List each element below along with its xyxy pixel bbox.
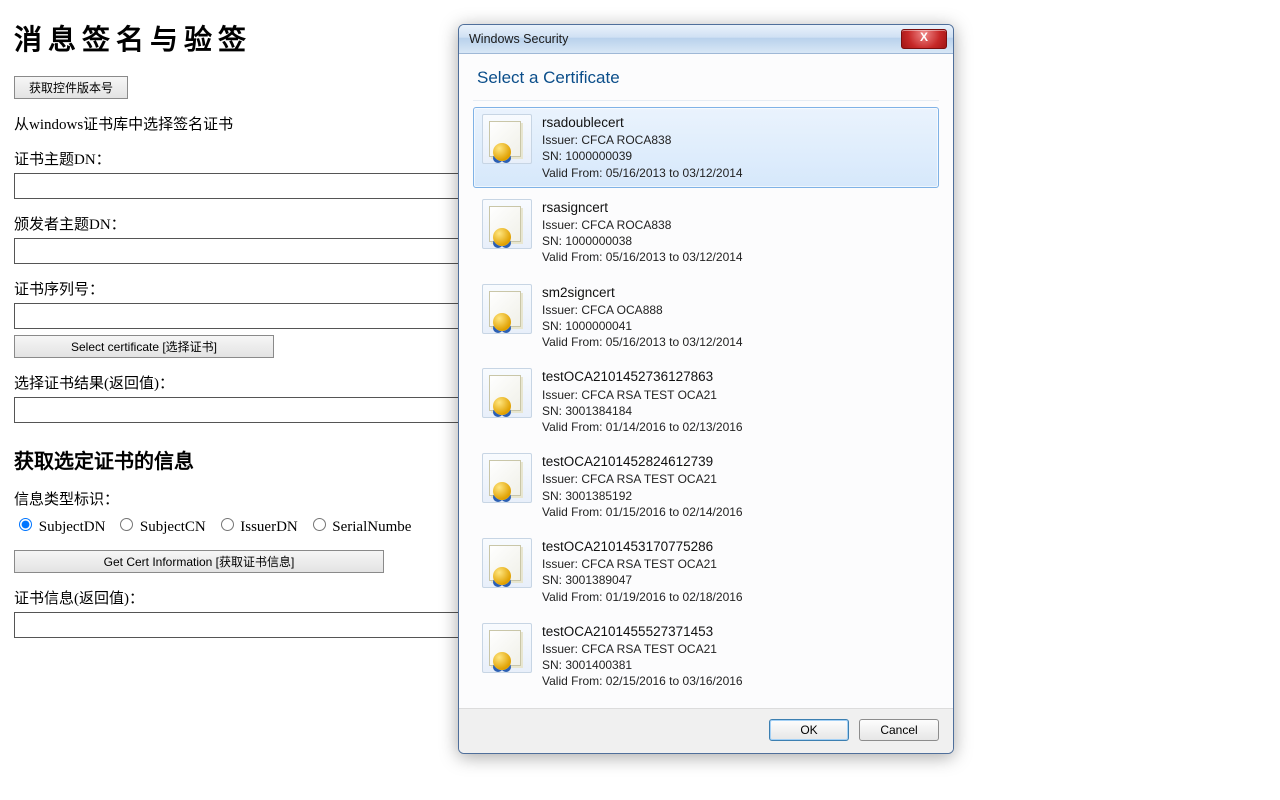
certificate-valid: Valid From: 02/15/2016 to 03/16/2016 xyxy=(542,673,743,689)
radio-option[interactable]: SerialNumbe xyxy=(308,519,412,535)
certificate-text: testOCA2101455527371453Issuer: CFCA RSA … xyxy=(542,623,743,690)
radio-input[interactable] xyxy=(221,518,234,531)
certificate-icon xyxy=(482,538,532,588)
certificate-issuer: Issuer: CFCA RSA TEST OCA21 xyxy=(542,471,743,487)
close-icon[interactable]: X xyxy=(901,29,947,49)
certificate-icon xyxy=(482,199,532,249)
certificate-text: rsasigncertIssuer: CFCA ROCA838SN: 10000… xyxy=(542,199,743,266)
certificate-icon xyxy=(482,368,532,418)
dialog-footer: OK Cancel xyxy=(459,708,953,753)
certificate-issuer: Issuer: CFCA RSA TEST OCA21 xyxy=(542,556,743,572)
certificate-sn: SN: 1000000039 xyxy=(542,148,743,164)
certificate-issuer: Issuer: CFCA RSA TEST OCA21 xyxy=(542,641,743,657)
select-certificate-button[interactable]: Select certificate [选择证书] xyxy=(14,335,274,358)
certificate-text: testOCA2101452736127863Issuer: CFCA RSA … xyxy=(542,368,743,435)
certificate-text: testOCA2101453170775286Issuer: CFCA RSA … xyxy=(542,538,743,605)
certificate-item[interactable]: testOCA2101453170775286Issuer: CFCA RSA … xyxy=(473,531,939,612)
certificate-icon xyxy=(482,623,532,673)
dialog-heading: Select a Certificate xyxy=(473,64,939,100)
certificate-valid: Valid From: 05/16/2013 to 03/12/2014 xyxy=(542,165,743,181)
certificate-sn: SN: 3001385192 xyxy=(542,488,743,504)
select-result-input[interactable] xyxy=(14,397,464,423)
get-cert-info-button[interactable]: Get Cert Information [获取证书信息] xyxy=(14,550,384,573)
certificate-issuer: Issuer: CFCA OCA888 xyxy=(542,302,743,318)
certificate-icon xyxy=(482,453,532,503)
certificate-name: rsasigncert xyxy=(542,199,743,217)
issuer-dn-input[interactable] xyxy=(14,238,464,264)
certificate-issuer: Issuer: CFCA RSA TEST OCA21 xyxy=(542,387,743,403)
certificate-valid: Valid From: 01/14/2016 to 02/13/2016 xyxy=(542,419,743,435)
certificate-name: testOCA2101455527371453 xyxy=(542,623,743,641)
certificate-issuer: Issuer: CFCA ROCA838 xyxy=(542,217,743,233)
dialog-titlebar[interactable]: Windows Security X xyxy=(459,25,953,54)
cancel-button[interactable]: Cancel xyxy=(859,719,939,741)
certificate-name: testOCA2101452736127863 xyxy=(542,368,743,386)
certificate-item[interactable]: rsadoublecertIssuer: CFCA ROCA838SN: 100… xyxy=(473,107,939,188)
certificate-text: testOCA2101452824612739Issuer: CFCA RSA … xyxy=(542,453,743,520)
certificate-valid: Valid From: 01/15/2016 to 02/14/2016 xyxy=(542,504,743,520)
certificate-sn: SN: 1000000038 xyxy=(542,233,743,249)
certificate-item[interactable]: rsasigncertIssuer: CFCA ROCA838SN: 10000… xyxy=(473,192,939,273)
certificate-sn: SN: 3001389047 xyxy=(542,572,743,588)
certificate-name: testOCA2101453170775286 xyxy=(542,538,743,556)
certificate-icon xyxy=(482,114,532,164)
certificate-icon xyxy=(482,284,532,334)
certificate-sn: SN: 1000000041 xyxy=(542,318,743,334)
windows-security-dialog: Windows Security X Select a Certificate … xyxy=(458,24,954,754)
subject-dn-input[interactable] xyxy=(14,173,464,199)
cert-info-input[interactable] xyxy=(14,612,464,638)
certificate-text: sm2signcertIssuer: CFCA OCA888SN: 100000… xyxy=(542,284,743,351)
serial-input[interactable] xyxy=(14,303,464,329)
certificate-item[interactable]: testOCA2101452736127863Issuer: CFCA RSA … xyxy=(473,361,939,442)
radio-input[interactable] xyxy=(313,518,326,531)
radio-option[interactable]: SubjectDN xyxy=(14,519,105,535)
dialog-title: Windows Security xyxy=(469,32,568,46)
certificate-item[interactable]: testOCA2101452824612739Issuer: CFCA RSA … xyxy=(473,446,939,527)
certificate-valid: Valid From: 01/19/2016 to 02/18/2016 xyxy=(542,589,743,605)
radio-option[interactable]: SubjectCN xyxy=(115,519,206,535)
certificate-valid: Valid From: 05/16/2013 to 03/12/2014 xyxy=(542,334,743,350)
get-version-button[interactable]: 获取控件版本号 xyxy=(14,76,128,99)
certificate-name: rsadoublecert xyxy=(542,114,743,132)
radio-option[interactable]: IssuerDN xyxy=(216,519,298,535)
certificate-sn: SN: 3001400381 xyxy=(542,657,743,673)
ok-button[interactable]: OK xyxy=(769,719,849,741)
certificate-issuer: Issuer: CFCA ROCA838 xyxy=(542,132,743,148)
certificate-valid: Valid From: 05/16/2013 to 03/12/2014 xyxy=(542,249,743,265)
certificate-item[interactable]: testOCA2101455527371453Issuer: CFCA RSA … xyxy=(473,616,939,697)
certificate-text: rsadoublecertIssuer: CFCA ROCA838SN: 100… xyxy=(542,114,743,181)
certificate-sn: SN: 3001384184 xyxy=(542,403,743,419)
radio-input[interactable] xyxy=(120,518,133,531)
certificate-name: sm2signcert xyxy=(542,284,743,302)
certificate-list: rsadoublecertIssuer: CFCA ROCA838SN: 100… xyxy=(473,100,939,696)
radio-input[interactable] xyxy=(19,518,32,531)
certificate-item[interactable]: sm2signcertIssuer: CFCA OCA888SN: 100000… xyxy=(473,277,939,358)
dialog-body: Select a Certificate rsadoublecertIssuer… xyxy=(459,54,953,708)
certificate-name: testOCA2101452824612739 xyxy=(542,453,743,471)
